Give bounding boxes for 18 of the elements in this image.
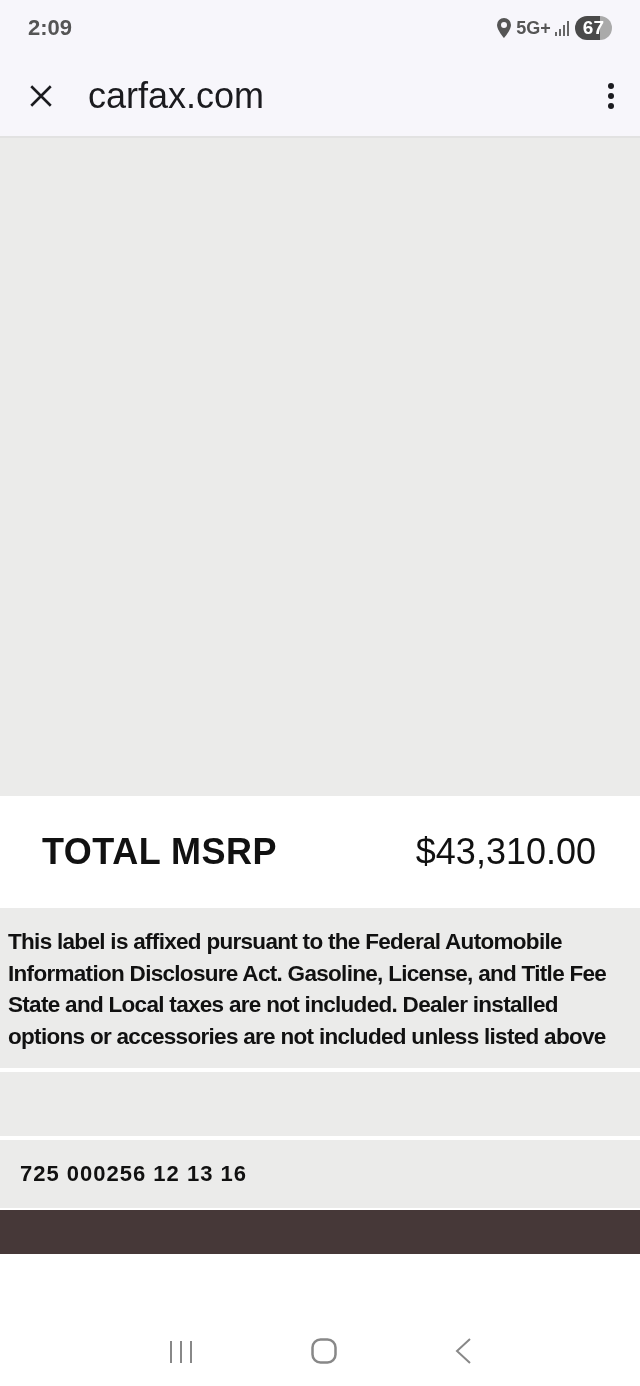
more-menu-button[interactable] bbox=[606, 82, 616, 110]
disclosure-text: This label is affixed pursuant to the Federal Automobile bbox=[8, 928, 562, 956]
total-msrp-value: $43,310.00 bbox=[415, 831, 596, 873]
location-icon bbox=[496, 18, 513, 38]
back-button[interactable] bbox=[453, 1338, 472, 1364]
battery-indicator: 67 bbox=[574, 16, 612, 40]
network-type: 5G+ bbox=[516, 17, 551, 39]
page-url: carfax.com bbox=[88, 75, 266, 117]
home-button[interactable] bbox=[311, 1338, 337, 1364]
clock-time: 2:09 bbox=[28, 15, 73, 41]
close-button[interactable] bbox=[28, 83, 54, 109]
label-code: 725 000256 12 13 16 bbox=[20, 1161, 247, 1187]
disclosure-text: State and Local taxes are not included. Dealer installed bbox=[8, 991, 558, 1019]
recent-apps-button[interactable] bbox=[168, 1340, 195, 1364]
total-msrp-label: TOTAL MSRP bbox=[42, 831, 277, 873]
disclosure-text: Information Disclosure Act. Gasoline, License, and Title Fee bbox=[8, 959, 607, 988]
disclosure-text: options or accessories are not included unless listed above bbox=[8, 1022, 606, 1051]
signal-icon bbox=[554, 20, 571, 36]
